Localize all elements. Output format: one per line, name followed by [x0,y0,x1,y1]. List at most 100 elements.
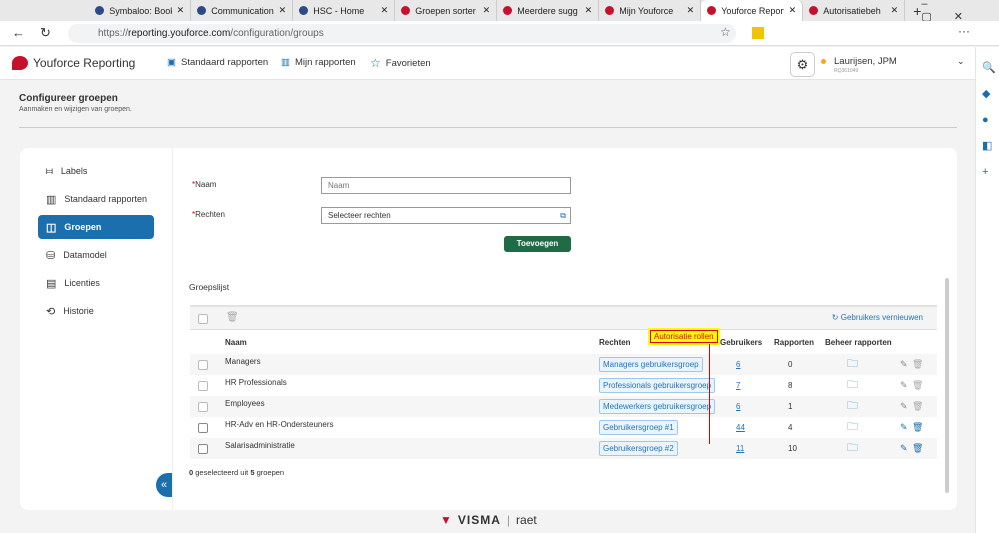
window-controls[interactable]: –▢✕ [921,0,985,23]
delete-trash-icon[interactable]: 🗑 [912,401,923,412]
sidebar-icon: ⛁ [46,249,56,262]
app-logo[interactable]: Youforce Reporting [12,56,135,70]
tab-label: Symbaloo: Book [109,5,172,16]
trash-icon[interactable]: 🗑 [226,312,239,323]
delete-trash-icon[interactable]: 🗑 [912,380,923,391]
delete-trash-icon[interactable]: 🗑 [912,359,923,370]
close-tab-icon[interactable]: ✕ [891,5,899,16]
nav-favorieten[interactable]: ☆ Favorieten [370,56,431,70]
row-checkbox[interactable] [198,359,208,370]
row-checkbox[interactable] [198,401,208,412]
browser-tab[interactable]: Youforce Report ✕ [701,0,804,21]
annotation-arrow [709,344,710,444]
sidebar-item-standaard-rapporten[interactable]: ▥ Standaard rapporten [38,187,154,211]
users-link[interactable]: 6 [736,360,740,369]
col-naam[interactable]: Naam [225,338,247,347]
manage-reports-folder-icon[interactable]: 🗀 [847,397,858,416]
selection-summary: 0 geselecteerd uit 5 groepen [189,468,285,477]
close-tab-icon[interactable]: ✕ [789,5,797,16]
sidebar-item-datamodel[interactable]: ⛁ Datamodel [38,243,154,267]
close-tab-icon[interactable]: ✕ [687,5,695,16]
annotation-callout: Autorisatie rollen [648,328,720,345]
name-input[interactable]: Naam [321,177,571,194]
col-gebruikers[interactable]: Gebruikers [720,338,762,347]
close-tab-icon[interactable]: ✕ [279,5,287,16]
sidebar-item-historie[interactable]: ⟲ Historie [38,299,154,323]
tab-label: Youforce Report [721,5,784,16]
close-tab-icon[interactable]: ✕ [177,5,185,16]
close-tab-icon[interactable]: ✕ [381,5,389,16]
chevron-down-icon[interactable]: ⌄ [957,56,965,67]
settings-gear-icon[interactable]: ⚙ [790,52,815,77]
favorite-star-icon[interactable]: ☆ [720,25,731,39]
manage-reports-folder-icon[interactable]: 🗀 [847,418,858,437]
sidebar-item-groepen[interactable]: ◫ Groepen [38,215,154,239]
side-panel-icons[interactable]: 🔍 ◆ ● ◧ + [976,47,999,193]
browser-tab[interactable]: Meerdere sugg ✕ [497,0,600,21]
browser-tab[interactable]: HSC - Home ✕ [293,0,396,21]
col-rapporten[interactable]: Rapporten [774,338,814,347]
more-icon[interactable]: ··· [958,24,970,38]
edit-pencil-icon[interactable]: ✎ [900,422,908,433]
url-input[interactable]: https://reporting.youforce.com/configura… [68,24,736,43]
browser-tab[interactable]: Autorisatiebeh ✕ [803,0,906,21]
browser-tab[interactable]: Symbaloo: Book ✕ [89,0,192,21]
nav-label: Favorieten [385,57,431,69]
tab-favicon-icon [197,6,207,15]
close-tab-icon[interactable]: ✕ [483,5,491,16]
group-name: Employees [225,399,265,408]
manage-reports-folder-icon[interactable]: 🗀 [847,376,858,395]
close-tab-icon[interactable]: ✕ [585,5,593,16]
sidebar-icon: ▥ [46,193,57,206]
col-beheer[interactable]: Beheer rapporten [825,338,892,347]
tab-label: HSC - Home [313,5,365,16]
nav-mijn-rapporten[interactable]: ▥ Mijn rapporten [281,57,356,68]
table-row: HR Professionals Professionals gebruiker… [190,375,937,396]
browser-profile-area[interactable] [0,0,89,21]
tab-favicon-icon [809,6,819,15]
delete-trash-icon[interactable]: 🗑 [912,443,923,454]
browser-tab[interactable]: Mijn Youforce ✕ [599,0,702,21]
rights-select[interactable]: Selecteer rechten ⧉ [321,207,571,224]
rights-chip[interactable]: Gebruikersgroep #1 [599,420,678,435]
row-checkbox[interactable] [198,380,208,391]
col-rechten[interactable]: Rechten [599,338,631,347]
refresh-users-button[interactable]: ↻ Gebruikers vernieuwen [832,313,923,322]
browser-tab[interactable]: Communication ✕ [191,0,294,21]
edit-pencil-icon[interactable]: ✎ [900,443,908,454]
rights-chip[interactable]: Managers gebruikersgroep [599,357,703,372]
edit-pencil-icon[interactable]: ✎ [900,359,908,370]
row-checkbox[interactable] [198,443,208,454]
new-tab-icon[interactable]: + [913,3,921,19]
users-link[interactable]: 44 [736,423,745,432]
edit-pencil-icon[interactable]: ✎ [900,401,908,412]
users-link[interactable]: 11 [736,444,744,453]
rights-chip[interactable]: Medewerkers gebruikersgroep [599,399,716,414]
rights-chip[interactable]: Gebruikersgroep #2 [599,441,678,456]
nav-standaard-rapporten[interactable]: ▣ Standaard rapporten [167,57,268,68]
rights-chip[interactable]: Professionals gebruikersgroep [599,378,716,393]
extension-icon[interactable] [752,27,764,39]
delete-trash-icon[interactable]: 🗑 [912,422,923,433]
reload-icon[interactable]: ↻ [40,25,51,41]
browser-tab-bar: Symbaloo: Book ✕ Communication ✕ HSC - Home ✕… [0,0,999,23]
sidebar-icon: ◫ [46,221,57,234]
manage-reports-folder-icon[interactable]: 🗀 [847,439,858,458]
browser-tab[interactable]: Groepen sorter ✕ [395,0,498,21]
collapse-sidebar-button[interactable]: « [156,473,172,497]
back-icon[interactable]: ← [12,25,25,40]
scrollbar[interactable] [945,278,949,493]
users-link[interactable]: 6 [736,402,740,411]
add-button[interactable]: Toevoegen [504,236,571,252]
row-checkbox[interactable] [198,422,208,433]
select-icon: ⧉ [560,211,566,220]
manage-reports-folder-icon[interactable]: 🗀 [847,355,858,374]
sidebar-item-licenties[interactable]: ▤ Licenties [38,271,154,295]
select-all-checkbox[interactable] [198,314,208,324]
tab-favicon-icon [503,6,513,15]
edit-pencil-icon[interactable]: ✎ [900,380,908,391]
users-link[interactable]: 7 [736,381,740,390]
user-name[interactable]: Laurijsen, JPM [834,56,897,67]
sidebar-item-labels[interactable]: ⧦ Labels [38,159,154,183]
list-title: Groepslijst [189,282,230,292]
